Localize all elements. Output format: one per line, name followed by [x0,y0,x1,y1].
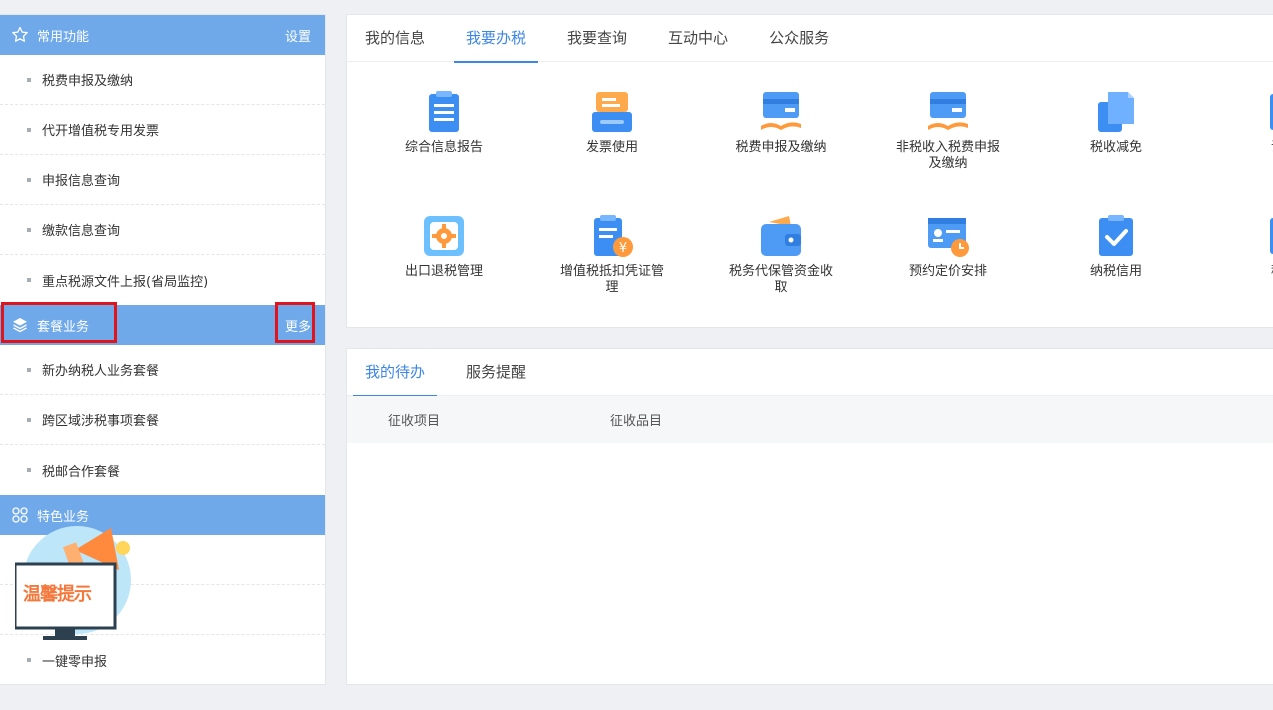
todo-panel: 我的待办 服务提醒 征收项目 征收品目 [346,348,1273,685]
tile-label: 证明 [1229,140,1273,156]
sidebar-item[interactable]: 跨区域涉税事项套餐 [0,395,325,445]
tab-bar: 我的信息 我要办税 我要查询 互动中心 公众服务 [347,15,1273,63]
tile-tax-credit[interactable]: 纳税信用 [1061,214,1171,280]
clipboard-yen-icon: ¥ [590,214,634,258]
column-header: 征收项目 [388,414,441,429]
bullet [27,227,31,232]
documents-icon [1094,90,1138,134]
service-panel: 我的信息 我要办税 我要查询 互动中心 公众服务 综合信息报告 发票使用 税费申… [346,14,1273,328]
bullet [27,177,31,182]
tile-label: 税务代保管资金收取 [728,264,833,295]
tile-label: 税费申报及缴纳 [735,140,827,155]
settings-link[interactable]: 设置 [285,26,311,45]
sidebar-item-label: 缴款信息查询 [42,224,121,239]
wallet-icon [759,214,803,258]
layers-icon [10,315,30,335]
tab-query[interactable]: 我要查询 [555,15,639,62]
bullet [27,417,31,422]
sidebar-item[interactable]: 代开增值税专用发票 [0,105,325,155]
column-header: 征收品目 [610,414,663,429]
inspection-icon [1262,214,1273,258]
notice-widget[interactable]: 温馨提示 [13,520,135,640]
svg-text:¥: ¥ [619,241,627,256]
star-icon [10,25,30,45]
tile-label: 稽查 [1229,264,1273,280]
clipboard-report-icon [422,90,466,134]
clipboard-check-icon [1094,214,1138,258]
sidebar-item[interactable]: 重点税源文件上报(省局监控) [0,255,325,305]
tab-my-info[interactable]: 我的信息 [353,15,437,62]
tile-certificate[interactable]: 证明 [1229,90,1273,156]
sidebar-item-label: 代开增值税专用发票 [42,124,160,139]
notice-text: 温馨提示 [23,584,92,605]
certificate-icon [1262,90,1273,134]
tile-label: 增值税抵扣凭证管理 [559,264,664,295]
tab-public-service[interactable]: 公众服务 [757,15,841,62]
tile-export-refund[interactable]: 出口退税管理 [389,214,499,280]
tile-custody-fund[interactable]: 税务代保管资金收取 [726,214,836,296]
section-title: 套餐业务 [37,319,90,335]
bullet [27,658,31,662]
section-title: 常用功能 [37,29,90,45]
bullet [27,77,31,82]
tile-label: 预约定价安排 [908,264,987,279]
sidebar-item[interactable]: 新办纳税人业务套餐 [0,345,325,395]
card-hand-icon [926,90,970,134]
tab-tax-handling[interactable]: 我要办税 [454,15,539,63]
invoice-printer-icon [590,90,634,134]
card-hand-icon [759,90,803,134]
sidebar-item-label: 申报信息查询 [42,174,121,189]
bullet [27,367,31,372]
tile-label: 发票使用 [585,140,638,155]
sidebar-item[interactable]: 税邮合作套餐 [0,445,325,495]
sidebar-item[interactable]: 税费申报及缴纳 [0,55,325,105]
tile-label: 税收减免 [1089,140,1142,155]
tile-pricing-arrangement[interactable]: 预约定价安排 [893,214,1003,280]
tile-nontax-declare[interactable]: 非税收入税费申报及缴纳 [893,90,1003,172]
sidebar-item-label: 重点税源文件上报(省局监控) [42,274,209,290]
bullet [27,127,31,132]
tab-interaction[interactable]: 互动中心 [656,15,740,62]
sidebar-item-label: 税邮合作套餐 [42,464,121,480]
todo-tab-bar: 我的待办 服务提醒 [347,349,1273,397]
tile-tax-declare[interactable]: 税费申报及缴纳 [726,90,836,156]
tile-info-report[interactable]: 综合信息报告 [389,90,499,156]
sidebar-item-label: 跨区域涉税事项套餐 [42,414,160,429]
tile-vat-voucher[interactable]: ¥ 增值税抵扣凭证管理 [557,214,667,296]
section-header-common: 常用功能 设置 [0,15,325,55]
bullet [27,278,31,282]
tile-label: 综合信息报告 [404,140,483,155]
tab-service-reminder[interactable]: 服务提醒 [454,349,538,396]
more-link[interactable]: 更多 [285,316,311,335]
sidebar-item-label: 税费申报及缴纳 [42,74,134,89]
tile-invoice[interactable]: 发票使用 [557,90,667,156]
tile-label: 非税收入税费申报及缴纳 [895,140,1000,171]
sidebar-item[interactable]: 申报信息查询 [0,155,325,205]
tab-my-todo[interactable]: 我的待办 [353,349,438,397]
sidebar-item-label: 新办纳税人业务套餐 [42,364,160,379]
sidebar-item-label: 一键零申报 [42,654,108,670]
sidebar-item[interactable]: 缴款信息查询 [0,205,325,255]
bullet [27,468,31,472]
tile-inspection[interactable]: 稽查 [1229,214,1273,280]
id-card-clock-icon [926,214,970,258]
tile-label: 纳税信用 [1089,264,1142,279]
tile-label: 出口退税管理 [404,264,483,279]
section-header-package: 套餐业务 更多 [0,305,325,345]
gear-box-icon [422,214,466,258]
table-header: 征收项目 征收品目 [347,396,1273,443]
tile-tax-relief[interactable]: 税收减免 [1061,90,1171,156]
